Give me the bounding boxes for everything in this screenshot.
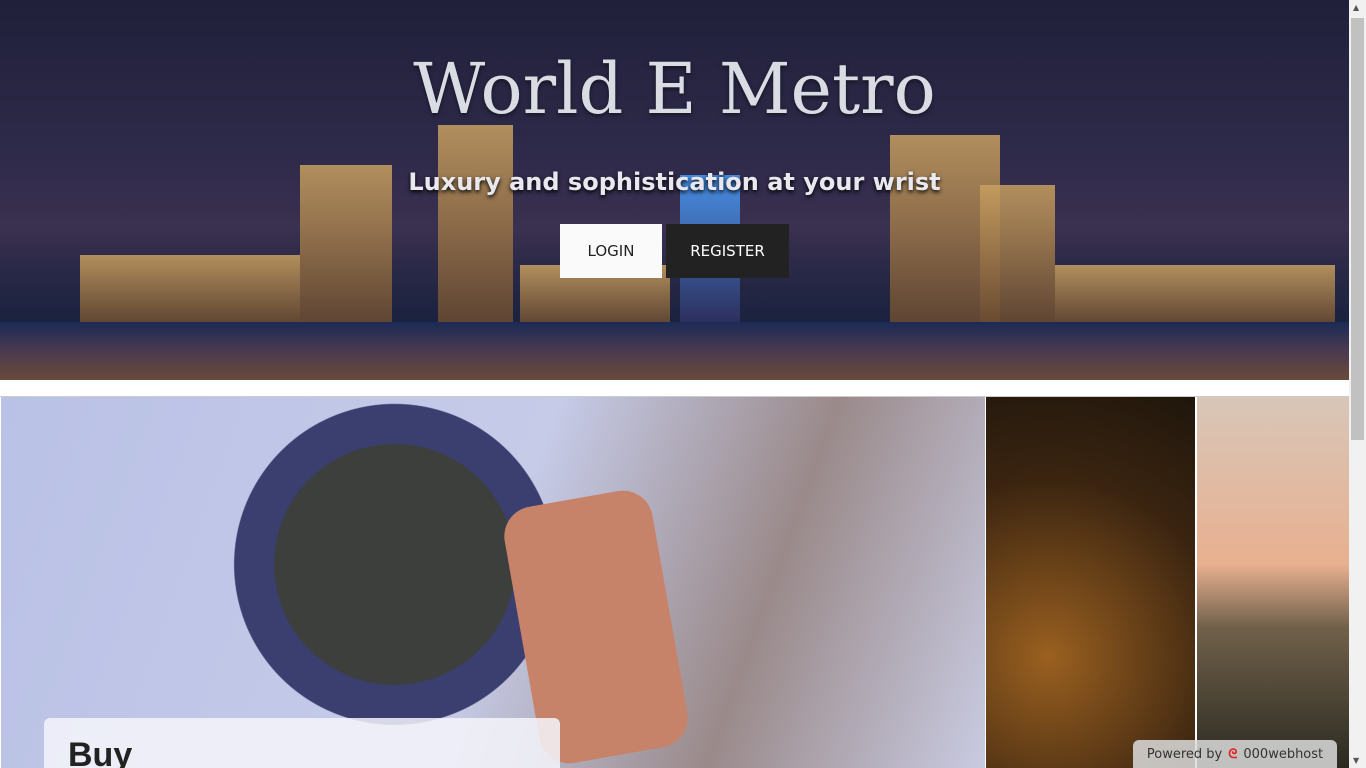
powered-by-label: Powered by — [1146, 746, 1223, 762]
tagline: Luxury and sophistication at your wrist — [408, 168, 941, 196]
scroll-up-icon[interactable]: ▲ — [1353, 3, 1359, 12]
gallery-image-3 — [1197, 397, 1349, 768]
hero-banner: World E Metro Luxury and sophistication … — [0, 0, 1349, 380]
site-title: World E Metro — [413, 48, 936, 130]
watch-image — [1, 397, 985, 768]
brand-name: 000webhost — [1243, 746, 1324, 762]
register-button[interactable]: REGISTER — [666, 224, 789, 278]
login-button[interactable]: LOGIN — [560, 224, 662, 278]
buy-card[interactable]: Buy — [44, 718, 560, 768]
powered-by-badge[interactable]: Powered by ᘓ 000webhost — [1133, 740, 1337, 768]
scroll-down-icon[interactable]: ▼ — [1353, 756, 1359, 765]
000webhost-logo-icon: ᘓ — [1228, 746, 1238, 762]
gallery-image-2 — [986, 397, 1195, 768]
scrollbar[interactable]: ▲ ▼ — [1349, 0, 1366, 768]
card-title: Buy — [68, 736, 133, 768]
product-gallery: Buy — [0, 396, 1349, 768]
river-image — [0, 322, 1349, 380]
scrollbar-thumb[interactable] — [1351, 18, 1364, 440]
